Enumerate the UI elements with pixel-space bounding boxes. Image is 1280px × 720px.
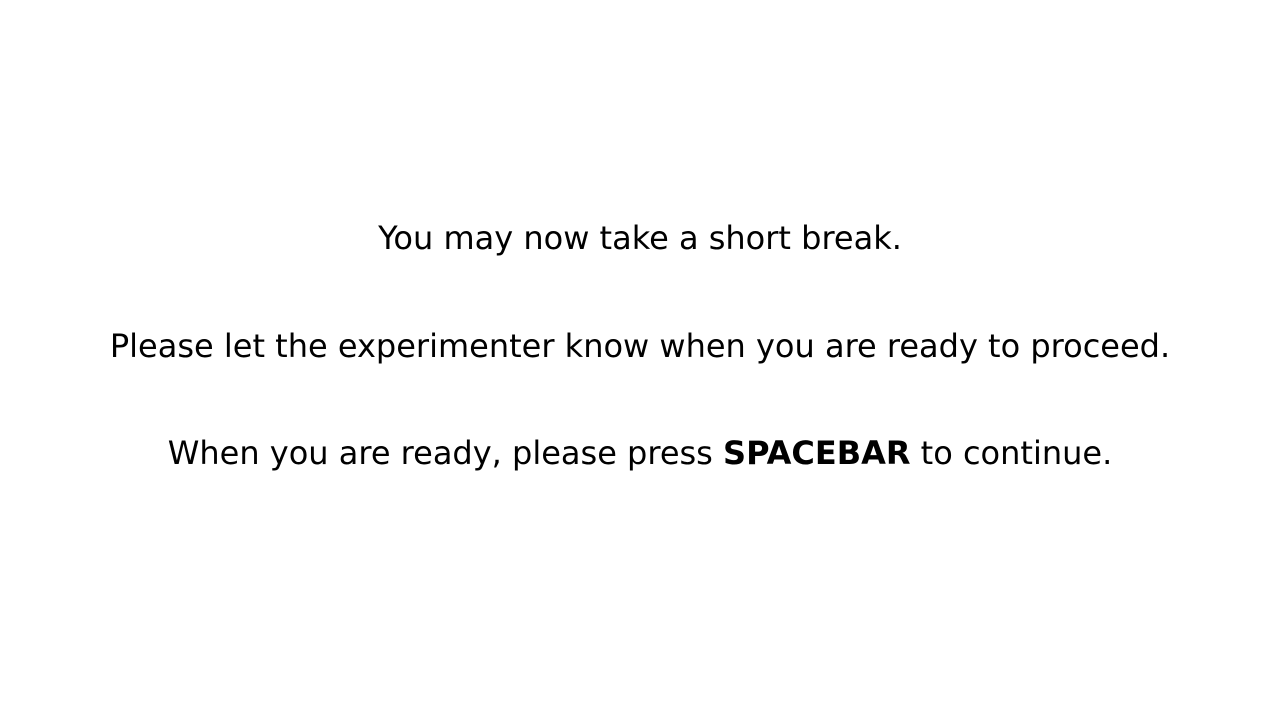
break-message: You may now take a short break.: [378, 219, 902, 257]
continue-instruction-prefix: When you are ready, please press: [167, 434, 724, 472]
experimenter-notice: Please let the experimenter know when yo…: [109, 327, 1171, 365]
spacebar-key-label: SPACEBAR: [723, 434, 911, 472]
continue-instruction-suffix: to continue.: [910, 434, 1113, 472]
break-screen: You may now take a short break. Please l…: [0, 0, 1280, 720]
continue-instruction: When you are ready, please press SPACEBA…: [0, 433, 1280, 473]
